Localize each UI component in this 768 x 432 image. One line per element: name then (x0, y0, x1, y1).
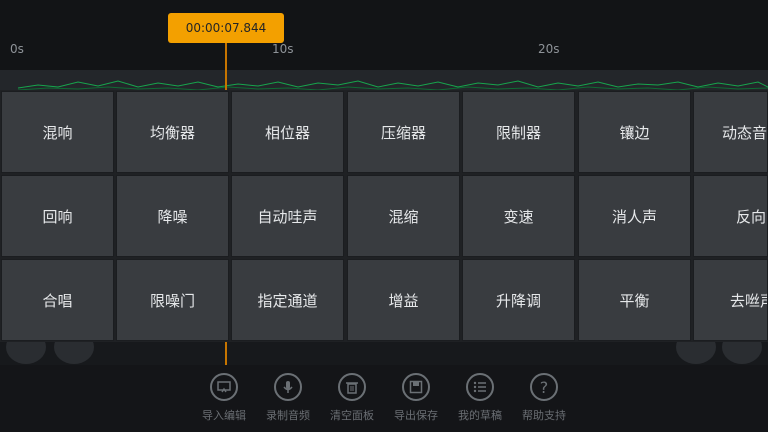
import-edit-button[interactable]: 导入编辑 (192, 373, 256, 431)
effect-button[interactable]: 升降调 (462, 259, 575, 341)
effect-button[interactable]: 平衡 (578, 259, 691, 341)
tick-label: 20s (538, 42, 560, 56)
save-icon (402, 373, 430, 401)
help-support-button[interactable]: ? 帮助支持 (512, 373, 576, 431)
help-icon: ? (530, 373, 558, 401)
effect-button[interactable]: 变速 (462, 175, 575, 257)
tick-label: 0s (10, 42, 24, 56)
effect-button[interactable]: 去咝声 (693, 259, 768, 341)
clear-panel-button[interactable]: 清空面板 (320, 373, 384, 431)
tool-label: 录制音频 (266, 409, 310, 422)
effect-button[interactable]: 相位器 (231, 91, 344, 173)
my-drafts-button[interactable]: 我的草稿 (448, 373, 512, 431)
effect-button[interactable]: 混响 (1, 91, 114, 173)
bottom-toolbar: 导入编辑 录制音频 清空面板 导出保存 我的草稿 ? 帮助支持 (0, 365, 768, 432)
microphone-icon (274, 373, 302, 401)
current-time-badge: 00:00:07.844 (168, 13, 284, 43)
trash-icon (338, 373, 366, 401)
effect-button[interactable]: 消人声 (578, 175, 691, 257)
effect-button[interactable]: 镶边 (578, 91, 691, 173)
effect-button[interactable]: 增益 (347, 259, 460, 341)
effect-button[interactable]: 混缩 (347, 175, 460, 257)
import-icon (210, 373, 238, 401)
export-save-button[interactable]: 导出保存 (384, 373, 448, 431)
effect-button[interactable]: 动态音量 (693, 91, 768, 173)
record-audio-button[interactable]: 录制音频 (256, 373, 320, 431)
effect-button[interactable]: 均衡器 (116, 91, 229, 173)
effect-button[interactable]: 限噪门 (116, 259, 229, 341)
tool-label: 我的草稿 (458, 409, 502, 422)
effect-button[interactable]: 限制器 (462, 91, 575, 173)
tick-label: 10s (272, 42, 294, 56)
effect-button[interactable]: 自动哇声 (231, 175, 344, 257)
effect-button[interactable]: 合唱 (1, 259, 114, 341)
effect-button[interactable]: 指定通道 (231, 259, 344, 341)
effect-button[interactable]: 降噪 (116, 175, 229, 257)
list-icon (466, 373, 494, 401)
timeline-area[interactable]: 00:00:07.844 0s 10s 20s (0, 0, 768, 92)
effects-panel: 混响 均衡器 相位器 压缩器 限制器 镶边 动态音量 回响 降噪 自动哇声 混缩… (0, 90, 768, 342)
effect-button[interactable]: 反向 (693, 175, 768, 257)
effect-button[interactable]: 回响 (1, 175, 114, 257)
tool-label: 清空面板 (330, 409, 374, 422)
effect-button[interactable]: 压缩器 (347, 91, 460, 173)
tool-label: 导入编辑 (202, 409, 246, 422)
tool-label: 帮助支持 (522, 409, 566, 422)
tool-label: 导出保存 (394, 409, 438, 422)
